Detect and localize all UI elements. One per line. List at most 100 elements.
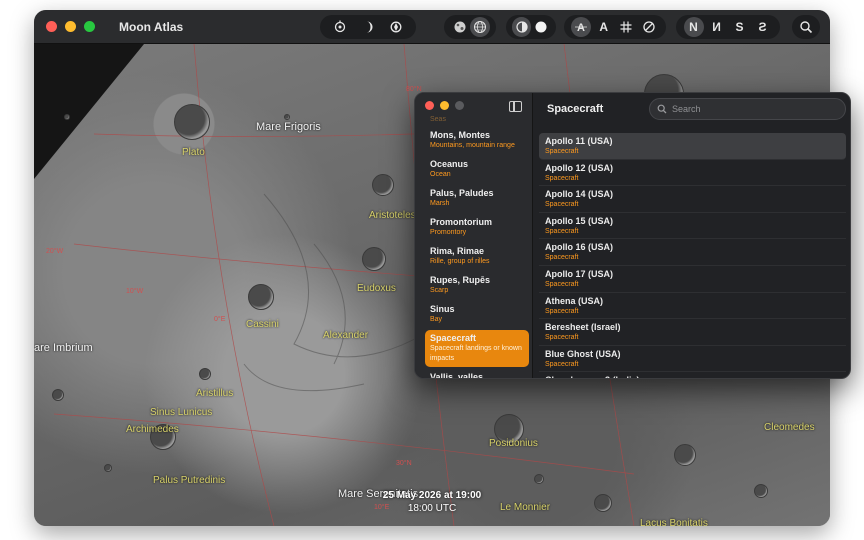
label-a-icon[interactable]: A [571, 17, 592, 37]
result-row[interactable]: Apollo 12 (USA) Spacecraft [539, 160, 846, 187]
map-label-crater[interactable]: Archimedes [126, 424, 179, 435]
panel-close-button[interactable] [425, 100, 434, 110]
result-row[interactable]: Apollo 11 (USA) Spacecraft [539, 133, 846, 160]
category-name: Spacecraft [430, 333, 477, 343]
sidebar-item-category[interactable]: Rima, Rimae Rille, group of rilles [425, 243, 529, 270]
rotate-icon[interactable] [386, 17, 406, 37]
category-name: Vallis, valles [430, 372, 484, 378]
map-label-crater[interactable]: Aristillus [196, 388, 233, 399]
result-name: Apollo 12 (USA) [545, 162, 614, 173]
result-row[interactable]: Apollo 15 (USA) Spacecraft [539, 213, 846, 240]
south-icon[interactable]: S [730, 17, 750, 37]
letter-a-button[interactable]: A [594, 17, 614, 37]
mirror-n-label: И [712, 20, 721, 34]
result-row[interactable]: Apollo 17 (USA) Spacecraft [539, 266, 846, 293]
result-row[interactable]: Apollo 16 (USA) Spacecraft [539, 239, 846, 266]
grid-coordinate-label: 10°W [126, 288, 144, 295]
map-label-sea[interactable]: Mare Frigoris [256, 121, 321, 133]
map-label-crater[interactable]: Aristoteles [369, 210, 416, 221]
category-description: Ocean [430, 171, 451, 178]
crater-mark [174, 104, 210, 140]
category-name: Rima, Rimae [430, 246, 485, 256]
category-description: Rille, group of rilles [430, 258, 490, 265]
crater-mark [362, 247, 386, 271]
map-label-sea[interactable]: are Imbrium [34, 342, 93, 354]
toolbar-group-overlays: A A [564, 15, 666, 39]
north-icon[interactable]: N [683, 17, 704, 37]
full-circle-icon[interactable] [531, 17, 550, 37]
result-name: Apollo 16 (USA) [545, 242, 614, 253]
map-label-crater[interactable]: Palus Putredinis [153, 475, 225, 486]
panel-minimize-button[interactable] [440, 100, 449, 110]
crater-mark [52, 389, 64, 401]
category-name: Oceanus [430, 159, 469, 169]
app-title: Moon Atlas [119, 19, 184, 34]
result-name: Chandrayaan-3 (India) [545, 375, 840, 378]
map-label-crater[interactable]: Sinus Lunicus [150, 407, 212, 418]
result-type: Spacecraft [545, 280, 579, 288]
mirror-n-icon[interactable]: И [707, 17, 727, 37]
close-button[interactable] [46, 21, 57, 32]
gear-sun-icon[interactable] [330, 17, 350, 37]
sidebar-toggle-icon[interactable] [509, 101, 522, 112]
grid-coordinate-label: 30°N [396, 460, 412, 467]
contrast-icon[interactable] [512, 17, 531, 37]
result-row[interactable]: Athena (USA) Spacecraft [539, 293, 846, 320]
panel-zoom-button[interactable] [455, 100, 464, 110]
sidebar-item-category[interactable]: Palus, Paludes Marsh [425, 185, 529, 212]
crater-mark [534, 474, 544, 484]
sidebar-item-category[interactable]: Mons, Montes Mountains, mountain range [425, 127, 529, 154]
map-label-crater[interactable]: Eudoxus [357, 283, 396, 294]
category-list: Mons, Montes Mountains, mountain range Oce… [425, 127, 529, 378]
category-description: Mountains, mountain range [430, 142, 515, 149]
globe-icon[interactable] [450, 17, 470, 37]
map-label-crater[interactable]: Lacus Bonitatis [640, 518, 708, 526]
result-name: Apollo 17 (USA) [545, 268, 614, 279]
result-row[interactable]: Blue Ghost (USA) Spacecraft [539, 346, 846, 373]
map-label-crater[interactable]: Plato [182, 147, 205, 158]
result-row[interactable]: Beresheet (Israel) Spacecraft [539, 319, 846, 346]
sidebar-item-category[interactable]: Sinus Bay [425, 301, 529, 328]
south-label: S [735, 20, 744, 34]
sidebar-item-category[interactable]: Rupes, Rupēs Scarp [425, 272, 529, 299]
moon-phase-icon[interactable] [358, 17, 378, 37]
search-icon[interactable] [796, 17, 816, 37]
panel-title: Spacecraft [547, 103, 604, 115]
utc-text: 18:00 UTC [407, 503, 457, 514]
category-description: Bay [430, 316, 443, 323]
toolbar-group-orientation: N И S Ƨ [676, 15, 780, 39]
crater-mark [284, 114, 290, 120]
sidebar-item-category[interactable]: Vallis, valles [425, 369, 529, 378]
sidebar-item-category[interactable]: Promontorium Promontory [425, 214, 529, 241]
minimize-button[interactable] [65, 21, 76, 32]
toolbar-group-globe [444, 15, 496, 39]
grid-coordinate-label: 20°W [46, 248, 64, 255]
spacecraft-panel: Seas Mons, Montes Mountains, mountain ran… [414, 92, 851, 379]
sidebar-item-category[interactable]: Oceanus Ocean [425, 156, 529, 183]
result-row[interactable]: Apollo 14 (USA) Spacecraft [539, 186, 846, 213]
mesh-globe-icon[interactable] [470, 17, 490, 37]
result-type: Spacecraft [545, 174, 579, 182]
results-header: Spacecraft [533, 93, 850, 127]
search-input[interactable] [672, 104, 842, 114]
crater-mark [199, 368, 211, 380]
result-name: Beresheet (Israel) [545, 322, 621, 333]
map-label-crater[interactable]: Cleomedes [764, 422, 815, 433]
category-sidebar: Seas Mons, Montes Mountains, mountain ran… [415, 93, 533, 378]
zoom-button[interactable] [84, 21, 95, 32]
map-label-crater[interactable]: Posidonius [489, 438, 538, 449]
toolbar-group-search [792, 15, 820, 39]
grid-icon[interactable] [616, 17, 636, 37]
search-field[interactable] [649, 98, 846, 120]
mirror-s-icon[interactable]: Ƨ [753, 17, 773, 37]
map-label-crater[interactable]: Alexander [323, 330, 368, 341]
map-label-crater[interactable]: Le Monnier [500, 502, 550, 513]
result-row[interactable]: Chandrayaan-3 (India) [539, 372, 846, 378]
toolbar-group-lighting [506, 15, 556, 39]
result-name: Athena (USA) [545, 295, 603, 306]
no-symbol-icon[interactable] [639, 17, 659, 37]
crater-mark [248, 284, 274, 310]
sidebar-item-category[interactable]: Spacecraft Spacecraft landings or known i… [425, 330, 529, 367]
map-label-crater[interactable]: Cassini [246, 319, 279, 330]
category-description: Marsh [430, 200, 450, 207]
